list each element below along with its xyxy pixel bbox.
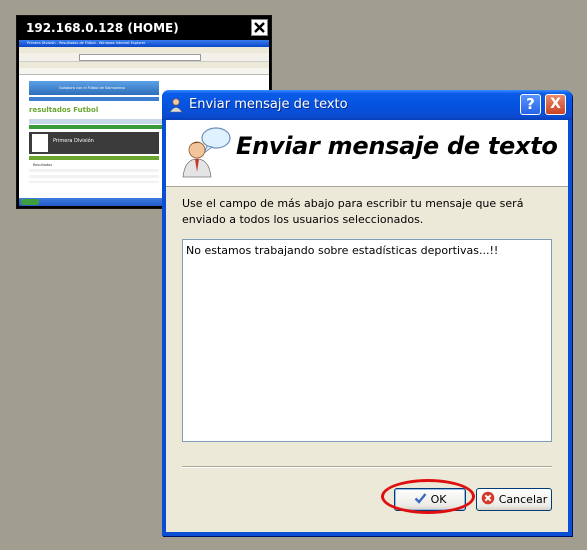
close-icon[interactable] — [251, 19, 268, 36]
dialog-app-icon — [168, 97, 184, 117]
dialog-titlebar[interactable]: Enviar mensaje de texto ? X — [162, 90, 572, 120]
user-chat-icon — [182, 126, 232, 182]
dialog-header: Enviar mensaje de texto — [166, 120, 568, 186]
cancel-button[interactable]: Cancelar — [476, 488, 552, 511]
tab-results: Resultados — [33, 163, 53, 167]
browser-title: Primera División - Resultados de Fútbol … — [27, 41, 146, 45]
send-message-dialog: Enviar mensaje de texto ? X Enviar mensa… — [162, 90, 572, 536]
help-button[interactable]: ? — [520, 94, 541, 115]
message-textarea[interactable]: No estamos trabajando sobre estadísticas… — [182, 239, 552, 442]
header-divider — [166, 186, 568, 187]
instructions-text: Use el campo de más abajo para escribir … — [182, 197, 524, 226]
header-title: Enviar mensaje de texto — [236, 132, 558, 160]
site-banner: Golabora con el Fútbol de Salmantino — [59, 86, 125, 90]
cancel-x-icon — [481, 491, 495, 508]
dialog-body: Enviar mensaje de texto Use el campo de … — [166, 120, 568, 532]
ok-highlight-annotation — [381, 479, 475, 514]
dialog-close-button[interactable]: X — [545, 94, 566, 115]
footer-divider — [182, 466, 552, 467]
section-title: Primera División — [53, 138, 94, 144]
remote-window-title: 192.168.0.128 (HOME) — [26, 21, 179, 35]
site-logo: resultados Futbol — [29, 106, 99, 114]
dialog-title: Enviar mensaje de texto — [189, 97, 348, 112]
cancel-label: Cancelar — [498, 493, 548, 506]
